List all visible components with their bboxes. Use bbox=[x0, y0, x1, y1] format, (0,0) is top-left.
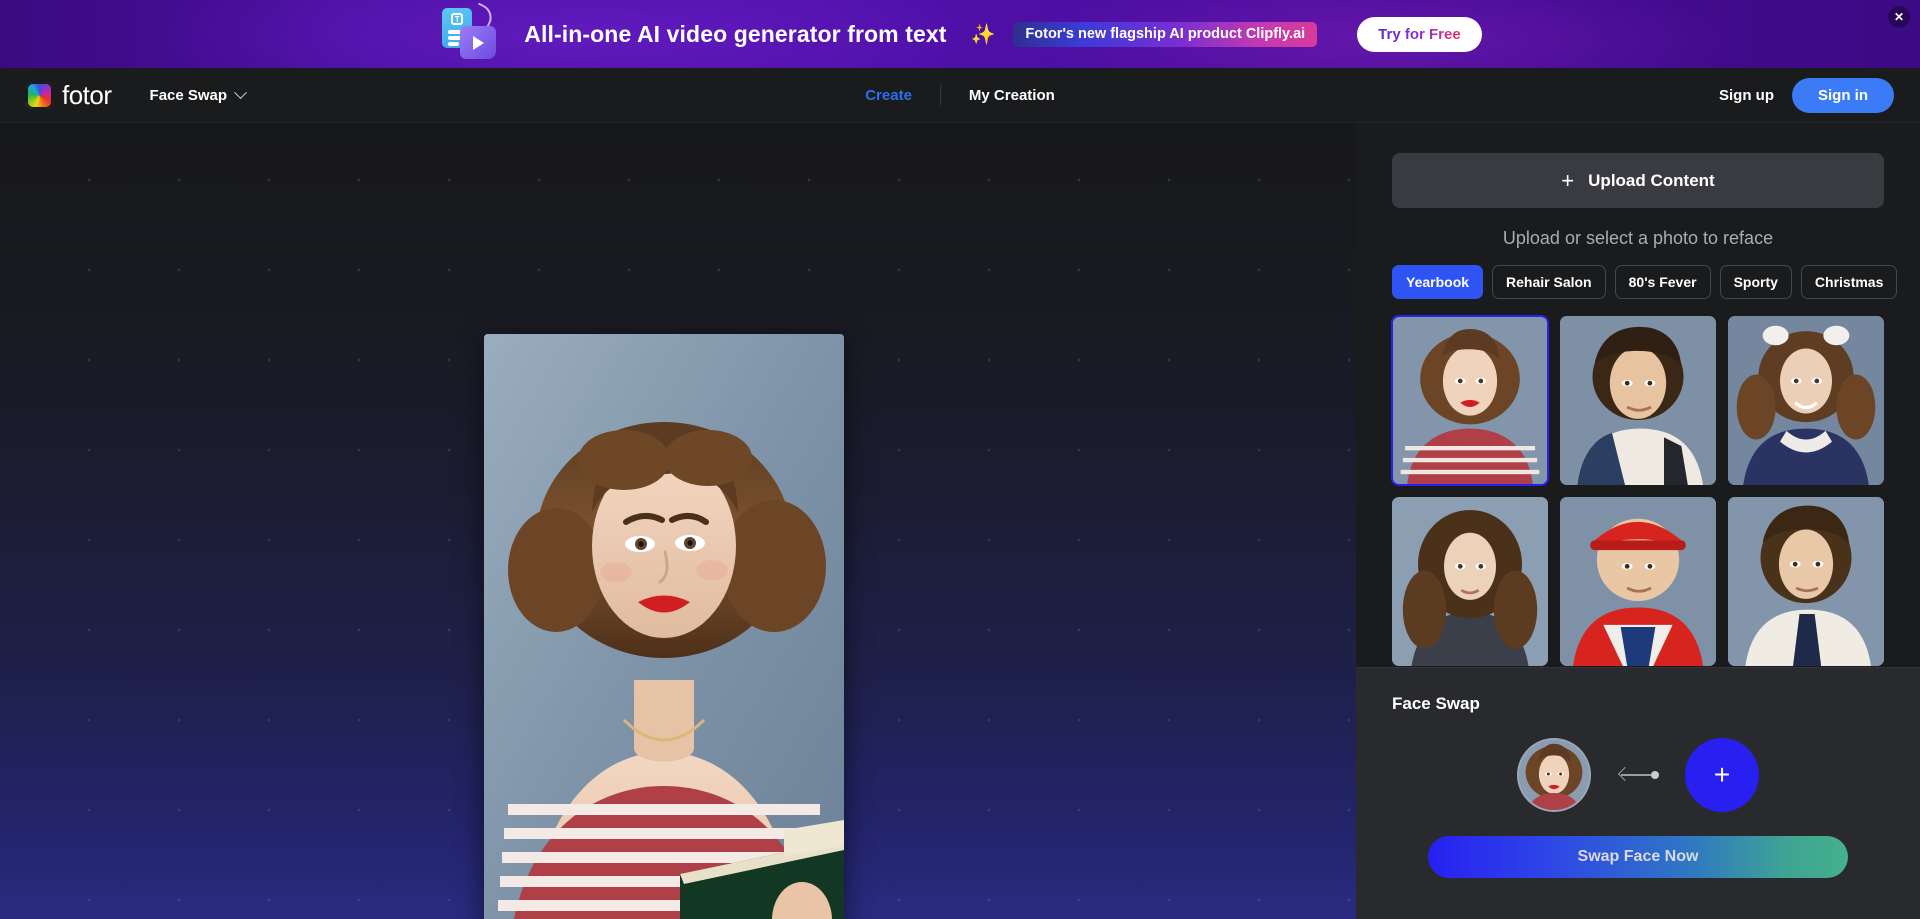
template-thumb-yearbook-young-man-backpack[interactable] bbox=[1560, 316, 1716, 485]
template-category-tabs: Yearbook Rehair Salon 80's Fever Sporty … bbox=[1392, 265, 1898, 299]
promo-title: All-in-one AI video generator from text bbox=[524, 20, 947, 47]
swap-direction-icon bbox=[1617, 766, 1659, 783]
fotor-logo-text: fotor bbox=[62, 79, 112, 110]
editor-canvas[interactable] bbox=[0, 123, 1356, 919]
close-icon[interactable]: ✕ bbox=[1888, 6, 1910, 28]
sign-up-link[interactable]: Sign up bbox=[1719, 87, 1774, 104]
tool-selector-label: Face Swap bbox=[149, 86, 228, 104]
promo-banner: T All-in-one AI video generator from tex… bbox=[0, 0, 1920, 68]
tab-rehair-salon[interactable]: Rehair Salon bbox=[1492, 265, 1606, 299]
template-thumb-yearbook-man-white-shirt-tie[interactable] bbox=[1728, 497, 1884, 666]
tab-sporty[interactable]: Sporty bbox=[1719, 265, 1792, 299]
face-swap-drawer: Face Swap + Swap Face Now bbox=[1356, 667, 1920, 919]
template-thumb-yearbook-racer-red-cap[interactable] bbox=[1560, 497, 1716, 666]
promo-product-badge: Fotor's new flagship AI product Clipfly.… bbox=[1013, 21, 1318, 47]
try-for-free-button[interactable]: Try for Free bbox=[1357, 16, 1482, 52]
add-face-button[interactable]: + bbox=[1685, 738, 1759, 812]
sparkle-icon: ✨ bbox=[970, 23, 996, 46]
nav-my-creation[interactable]: My Creation bbox=[941, 87, 1083, 104]
template-thumb-yearbook-woman-striped-top[interactable] bbox=[1391, 315, 1549, 486]
app-header: fotor Face Swap Create My Creation Sign … bbox=[0, 68, 1920, 123]
main-navigation: Create My Creation bbox=[837, 85, 1083, 105]
main-area: + Upload Content Upload or select a phot… bbox=[0, 123, 1920, 919]
template-thumb-yearbook-cheerleader[interactable] bbox=[1728, 316, 1884, 485]
template-grid bbox=[1391, 315, 1884, 676]
video-generator-illustration: T bbox=[438, 2, 506, 62]
thumb-art bbox=[1560, 316, 1716, 485]
swap-face-now-button[interactable]: Swap Face Now bbox=[1428, 836, 1848, 878]
source-face-avatar[interactable] bbox=[1517, 738, 1591, 812]
thumb-art bbox=[1560, 497, 1716, 666]
right-side-panel: + Upload Content Upload or select a phot… bbox=[1356, 123, 1920, 919]
plus-icon: + bbox=[1561, 167, 1575, 193]
panel-subtitle: Upload or select a photo to reface bbox=[1502, 228, 1774, 248]
try-for-free-label: Try for Free bbox=[1378, 25, 1461, 43]
template-thumb-yearbook-woman-long-hair[interactable] bbox=[1392, 497, 1548, 666]
thumb-art bbox=[1392, 497, 1548, 666]
nav-create[interactable]: Create bbox=[837, 87, 940, 104]
tab-80s-fever[interactable]: 80's Fever bbox=[1614, 265, 1711, 299]
fotor-logo-icon bbox=[26, 81, 53, 109]
avatar bbox=[1519, 740, 1589, 810]
face-swap-title: Face Swap bbox=[1392, 694, 1480, 713]
upload-content-label: Upload Content bbox=[1588, 170, 1715, 190]
sign-in-button[interactable]: Sign in bbox=[1792, 77, 1894, 113]
portrait-illustration bbox=[484, 334, 844, 919]
tab-christmas[interactable]: Christmas bbox=[1800, 265, 1898, 299]
canvas-preview-image[interactable] bbox=[484, 334, 844, 919]
tool-selector-face-swap[interactable]: Face Swap bbox=[149, 85, 247, 104]
chevron-down-icon bbox=[234, 85, 247, 99]
thumb-art bbox=[1728, 497, 1884, 666]
tab-yearbook[interactable]: Yearbook bbox=[1392, 265, 1484, 299]
fotor-logo[interactable]: fotor bbox=[26, 80, 112, 111]
thumb-art bbox=[1392, 316, 1548, 485]
thumb-art bbox=[1728, 316, 1884, 485]
upload-content-button[interactable]: + Upload Content bbox=[1392, 153, 1884, 208]
